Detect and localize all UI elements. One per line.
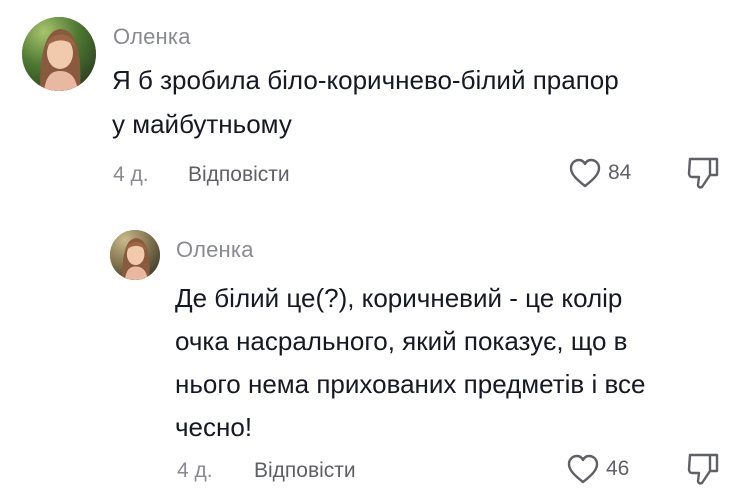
comment-text-line: у майбутньому [112, 109, 292, 139]
like-button[interactable]: 46 [566, 453, 629, 485]
comment-text-line: Я б зробила біло-коричнево-білий прапор [112, 65, 619, 95]
avatar-photo-icon [110, 230, 160, 280]
reply-button[interactable]: Відповісти [254, 459, 356, 483]
avatar[interactable] [22, 17, 96, 91]
comment-text-line: нього нема прихованих предметів і все [175, 369, 646, 399]
comment-text-line: чесно! [175, 412, 253, 442]
thumbs-down-icon [687, 453, 719, 485]
comment-author[interactable]: Оленка [176, 237, 254, 263]
comment-timestamp: 4 д. [113, 163, 149, 186]
dislike-button[interactable] [686, 451, 720, 492]
avatar[interactable] [110, 230, 160, 280]
like-count: 84 [608, 161, 632, 184]
like-button[interactable]: 84 [568, 157, 631, 189]
comment-author[interactable]: Оленка [113, 24, 191, 50]
comment-text-line: очка насрального, який показує, що в [175, 326, 628, 356]
reply-comment: Оленка Де білий це(?), коричневий - це к… [0, 220, 750, 499]
like-count: 46 [606, 457, 630, 480]
comment-timestamp: 4 д. [177, 459, 213, 482]
heart-outline-icon [567, 454, 599, 484]
avatar-photo-icon [22, 17, 96, 91]
heart-outline-icon [569, 158, 601, 188]
dislike-button[interactable] [686, 155, 720, 196]
thumbs-down-icon [687, 157, 719, 189]
comment-text-line: Де білий це(?), коричневий - це колір [175, 283, 623, 313]
comment: Оленка Я б зробила біло-коричнево-білий … [0, 0, 750, 200]
reply-button[interactable]: Відповісти [188, 163, 290, 187]
